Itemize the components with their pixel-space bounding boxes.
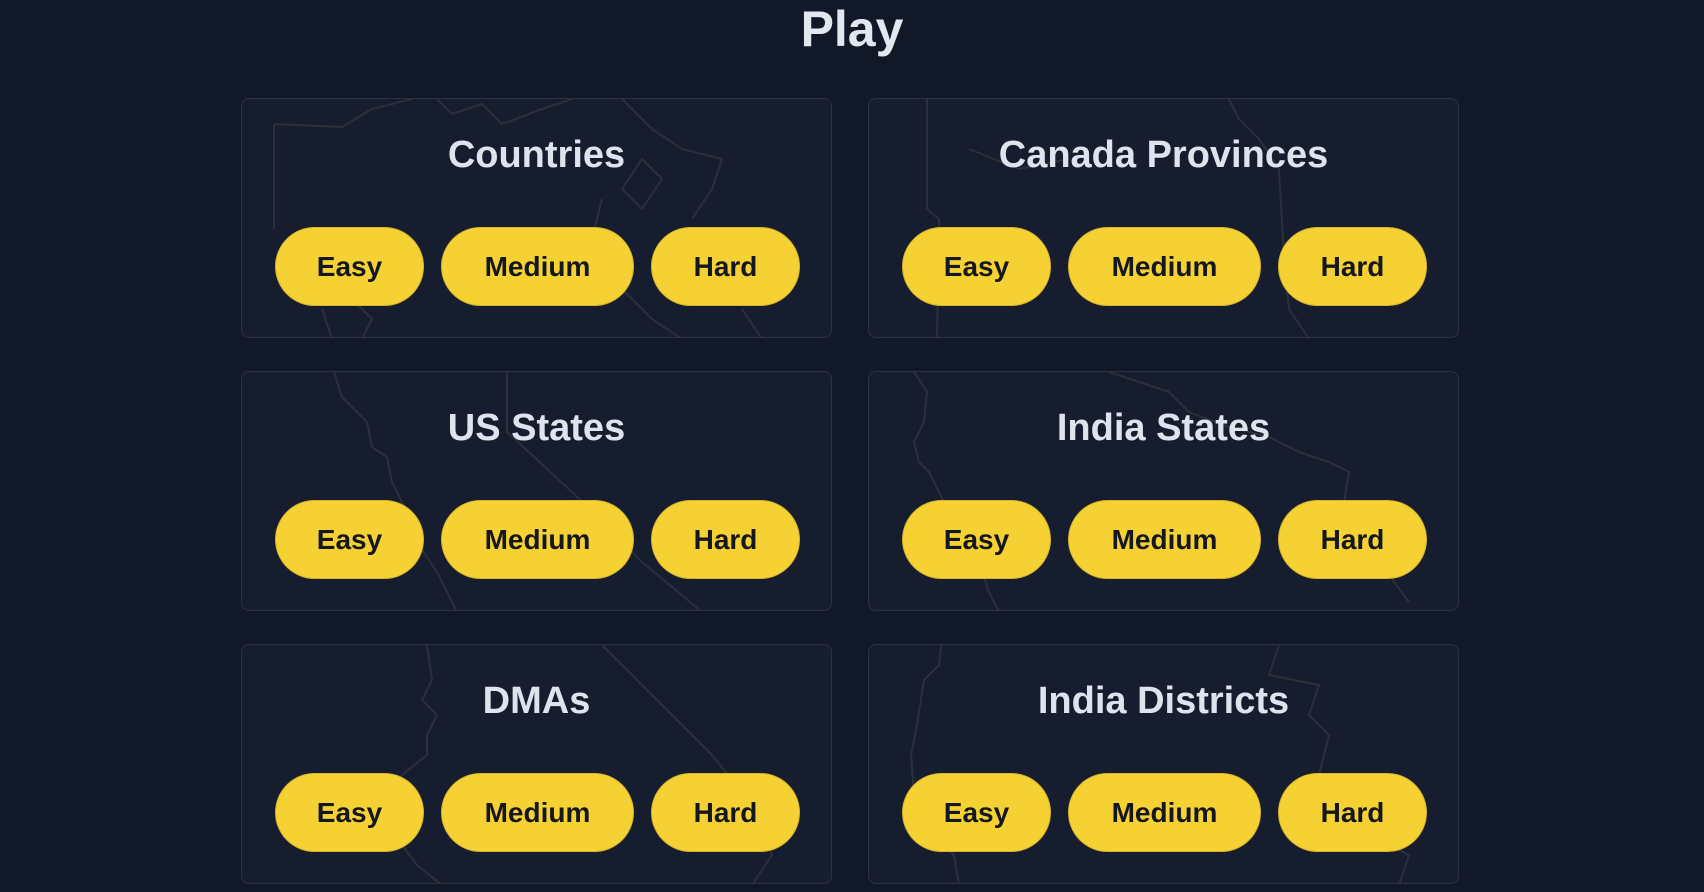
difficulty-buttons: Easy Medium Hard [902, 773, 1427, 852]
medium-button[interactable]: Medium [1068, 227, 1261, 306]
hard-button[interactable]: Hard [651, 500, 800, 579]
card-title: Canada Provinces [998, 134, 1329, 176]
difficulty-buttons: Easy Medium Hard [902, 500, 1427, 579]
page-title: Play [800, 1, 904, 57]
card-canada-provinces: Canada Provinces Easy Medium Hard [868, 98, 1459, 338]
card-title: DMAs [482, 680, 591, 722]
easy-button[interactable]: Easy [902, 500, 1051, 579]
easy-button[interactable]: Easy [275, 227, 424, 306]
medium-button[interactable]: Medium [1068, 500, 1261, 579]
card-dmas: DMAs Easy Medium Hard [241, 644, 832, 884]
hard-button[interactable]: Hard [651, 773, 800, 852]
hard-button[interactable]: Hard [1278, 773, 1427, 852]
hard-button[interactable]: Hard [1278, 227, 1427, 306]
medium-button[interactable]: Medium [1068, 773, 1261, 852]
play-page: Play Countries Easy Medium Hard Canada P… [0, 0, 1704, 892]
hard-button[interactable]: Hard [651, 227, 800, 306]
card-india-states: India States Easy Medium Hard [868, 371, 1459, 611]
hard-button[interactable]: Hard [1278, 500, 1427, 579]
difficulty-buttons: Easy Medium Hard [275, 227, 800, 306]
easy-button[interactable]: Easy [902, 773, 1051, 852]
medium-button[interactable]: Medium [441, 227, 634, 306]
difficulty-buttons: Easy Medium Hard [275, 773, 800, 852]
medium-button[interactable]: Medium [441, 773, 634, 852]
card-title: India States [1056, 407, 1271, 449]
game-mode-grid: Countries Easy Medium Hard Canada Provin… [241, 98, 1461, 884]
card-title: India Districts [1037, 680, 1290, 722]
difficulty-buttons: Easy Medium Hard [275, 500, 800, 579]
easy-button[interactable]: Easy [275, 773, 424, 852]
easy-button[interactable]: Easy [902, 227, 1051, 306]
card-title: US States [447, 407, 626, 449]
card-us-states: US States Easy Medium Hard [241, 371, 832, 611]
easy-button[interactable]: Easy [275, 500, 424, 579]
card-title: Countries [447, 134, 626, 176]
card-countries: Countries Easy Medium Hard [241, 98, 832, 338]
difficulty-buttons: Easy Medium Hard [902, 227, 1427, 306]
card-india-districts: India Districts Easy Medium Hard [868, 644, 1459, 884]
medium-button[interactable]: Medium [441, 500, 634, 579]
